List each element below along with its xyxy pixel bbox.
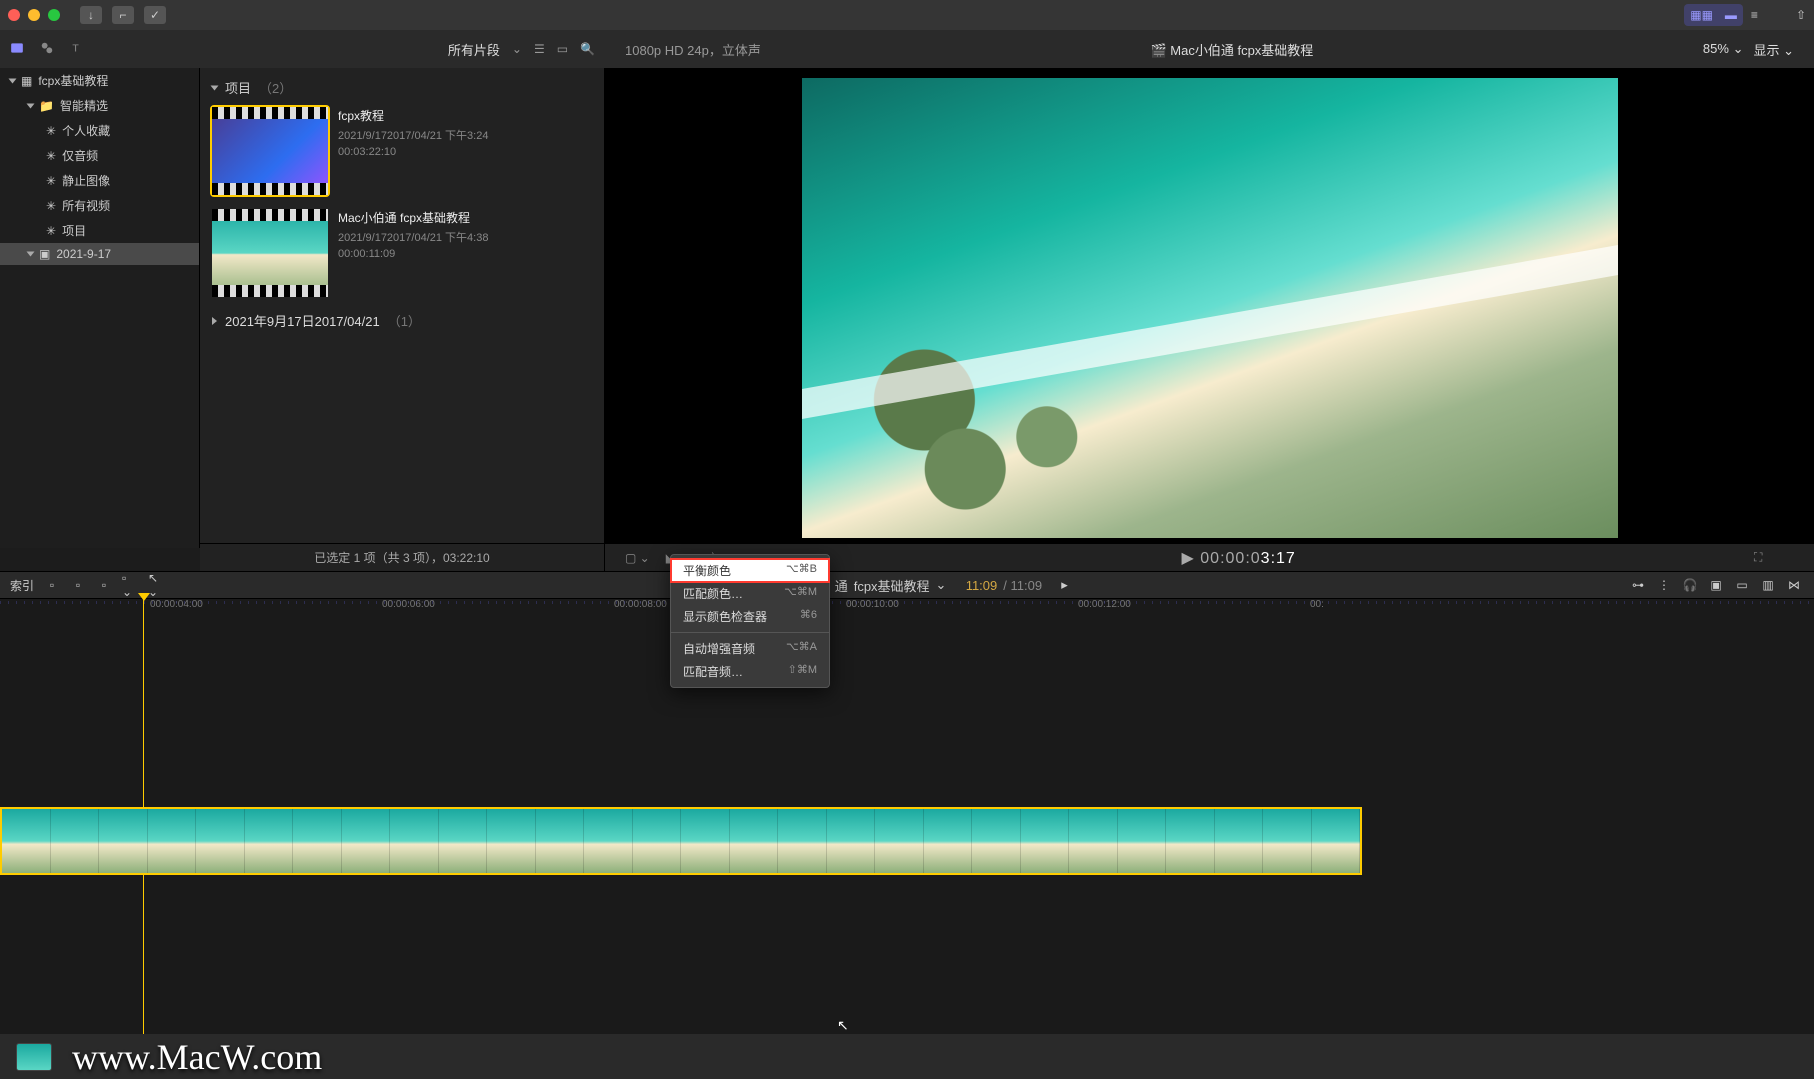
browser-status: 已选定 1 项（共 3 项），03:22:10 [200, 543, 605, 571]
library-root[interactable]: ▦ fcpx基础教程 [0, 68, 199, 93]
clip-filter-dropdown[interactable]: 所有片段 [448, 40, 500, 59]
search-icon[interactable]: 🔍 [580, 42, 595, 56]
clip-date: 2021/9/172017/04/21 下午4:38 [338, 229, 488, 245]
clip-date: 2021/9/172017/04/21 下午3:24 [338, 127, 488, 143]
clip-duration: 00:00:11:09 [338, 248, 488, 260]
watermark-text: www.MacW.com [72, 1036, 322, 1078]
film-icon: 🎬 [1150, 43, 1166, 58]
clip-thumbnail[interactable] [212, 107, 328, 195]
date-group-header[interactable]: 2021年9月17日2017/04/21 （1） [212, 311, 592, 330]
transitions-icon[interactable]: ⋈ [1786, 579, 1802, 591]
projects-header[interactable]: 项目 （2） [212, 78, 592, 97]
sidebar-projects[interactable]: ✳ 项目 [0, 218, 199, 243]
media-icon[interactable] [40, 41, 54, 58]
lane-icon[interactable]: ▭ [1734, 579, 1750, 591]
skimming-icon[interactable]: ⊶ [1630, 579, 1646, 591]
viewer-panel [605, 68, 1814, 548]
traffic-lights [8, 9, 60, 21]
timeline-title[interactable]: ◂ 通 fcpx基础教程 ⌄ 11:09 / 11:09 ▸ [260, 576, 1630, 595]
keyword-icon[interactable]: ⌐ [112, 6, 134, 24]
workspace-toggle[interactable]: ▦▦▬ [1684, 4, 1743, 26]
menu-balance-color[interactable]: 平衡颜色⌥⌘B [671, 559, 829, 582]
menu-show-color-inspector[interactable]: 显示颜色检查器⌘6 [671, 605, 829, 628]
select-tool-icon[interactable]: ↖ ⌄ [148, 579, 164, 591]
clip-title: Mac小伯通 fcpx基础教程 [338, 209, 488, 226]
clip-title: fcpx教程 [338, 107, 488, 124]
transform-tool-icon[interactable]: ▢ ⌄ [625, 551, 650, 565]
timeline-ruler[interactable]: 00:00:04:00 00:00:06:00 00:00:08:00 00:0… [0, 599, 1814, 617]
sidebar-stills[interactable]: ✳ 静止图像 [0, 168, 199, 193]
sidebar-event[interactable]: ▣ 2021-9-17 [0, 243, 199, 265]
dock-app-icon[interactable] [16, 1043, 52, 1071]
fullscreen-icon[interactable]: ⛶ [1754, 550, 1762, 564]
titles-icon[interactable]: T [70, 41, 84, 58]
viewer-title-prefix: Mac小伯通 [1170, 43, 1234, 58]
background-tasks-icon[interactable]: ✓ [144, 6, 166, 24]
import-icon[interactable]: ↓ [80, 6, 102, 24]
sidebar-audio-only[interactable]: ✳ 仅音频 [0, 143, 199, 168]
clip-duration: 00:03:22:10 [338, 146, 488, 158]
sidebar-all-video[interactable]: ✳ 所有视频 [0, 193, 199, 218]
fullscreen-window-button[interactable] [48, 9, 60, 21]
audio-skim-icon[interactable]: ⋮ [1656, 579, 1672, 591]
mouse-cursor-icon: ↖ [837, 1017, 849, 1034]
solo-icon[interactable]: 🎧 [1682, 579, 1698, 591]
chevron-updown-icon[interactable]: ⌄ [512, 42, 522, 56]
append-icon[interactable]: ▫ [96, 579, 112, 591]
library-sidebar: ▦ fcpx基础教程 📁 智能精选 ✳ 个人收藏 ✳ 仅音频 ✳ 静止图像 ✳ … [0, 68, 200, 548]
color-enhance-menu: 平衡颜色⌥⌘B 匹配颜色…⌥⌘M 显示颜色检查器⌘6 自动增强音频⌥⌘A 匹配音… [670, 554, 830, 688]
zoom-dropdown[interactable]: 85% ⌄ [1703, 41, 1744, 57]
library-icon[interactable] [10, 41, 24, 58]
timeline-toolbar: 索引 ▫ ▫ ▫ ▫ ⌄ ↖ ⌄ ◂ 通 fcpx基础教程 ⌄ 11:09 / … [0, 571, 1814, 599]
share-icon[interactable]: ⇧ [1796, 8, 1806, 22]
timeline-clip[interactable]: 4f5d079a3bd8e1a6f6b8733bec7eee74 [0, 807, 1362, 875]
project-clip-1[interactable]: fcpx教程 2021/9/172017/04/21 下午3:24 00:03:… [212, 107, 592, 195]
project-clip-2[interactable]: Mac小伯通 fcpx基础教程 2021/9/172017/04/21 下午4:… [212, 209, 592, 297]
menu-match-color[interactable]: 匹配颜色…⌥⌘M [671, 582, 829, 605]
snap-icon[interactable]: ▣ [1708, 579, 1724, 591]
clip-thumbnail[interactable] [212, 209, 328, 297]
viewer-title: fcpx基础教程 [1237, 43, 1313, 58]
bottom-bar: www.MacW.com [0, 1034, 1814, 1079]
insert-icon[interactable]: ▫ [70, 579, 86, 591]
overwrite-icon[interactable]: ▫ ⌄ [122, 579, 138, 591]
sidebar-favorites[interactable]: ✳ 个人收藏 [0, 118, 199, 143]
library-toolbar: T 所有片段 ⌄ ☰ ▭ 🔍 1080p HD 24p，立体声 🎬 Mac小伯通… [0, 30, 1814, 68]
menu-enhance-audio[interactable]: 自动增强音频⌥⌘A [671, 637, 829, 660]
format-label: 1080p HD 24p，立体声 [625, 40, 761, 59]
effects-icon[interactable]: ▥ [1760, 579, 1776, 591]
connect-icon[interactable]: ▫ [44, 579, 60, 591]
timecode-display[interactable]: ▶ 00:00:03:17 [723, 548, 1754, 568]
svg-text:T: T [72, 42, 79, 54]
close-window-button[interactable] [8, 9, 20, 21]
filmstrip-view-icon[interactable]: ▭ [557, 42, 568, 56]
adjustments-icon[interactable]: ≡ [1751, 8, 1758, 22]
clip-browser: 项目 （2） fcpx教程 2021/9/172017/04/21 下午3:24… [200, 68, 605, 548]
menu-match-audio[interactable]: 匹配音频…⇧⌘M [671, 660, 829, 683]
minimize-window-button[interactable] [28, 9, 40, 21]
video-preview[interactable] [802, 78, 1618, 538]
window-titlebar: ↓ ⌐ ✓ ▦▦▬ ≡ ⇧ [0, 0, 1814, 30]
smart-collections[interactable]: 📁 智能精选 [0, 93, 199, 118]
view-dropdown[interactable]: 显示 ⌄ [1753, 40, 1794, 59]
list-view-icon[interactable]: ☰ [534, 42, 545, 56]
index-button[interactable]: 索引 [10, 577, 34, 594]
menu-separator [671, 632, 829, 633]
